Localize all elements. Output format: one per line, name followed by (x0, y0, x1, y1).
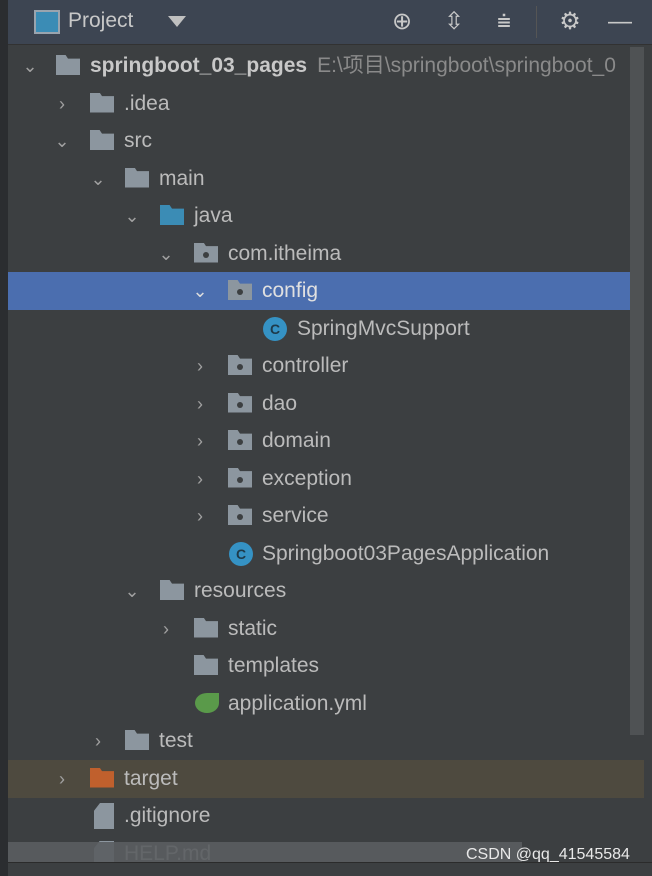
tree-item-service[interactable]: › service (8, 497, 644, 535)
package-icon (228, 392, 252, 413)
spring-config-file-icon (195, 692, 219, 713)
chevron-down-icon[interactable]: ⌄ (52, 122, 72, 160)
tree-item-domain[interactable]: › domain (8, 422, 644, 460)
chevron-right-icon[interactable]: › (190, 497, 210, 535)
package-icon (228, 467, 252, 488)
tree-item-label: exception (262, 466, 352, 490)
minimize-icon[interactable]: — (606, 8, 634, 36)
folder-icon (194, 655, 218, 675)
tree-item-label: application.yml (228, 691, 367, 715)
project-toolbar: Project ⊕ ⇳ ⩧ ⚙ — (8, 0, 652, 45)
folder-icon (125, 167, 149, 188)
vertical-scrollbar[interactable] (630, 47, 644, 735)
tree-item-label: templates (228, 654, 320, 677)
tree-item-label: java (194, 204, 233, 227)
horizontal-scrollbar[interactable] (8, 842, 522, 862)
tree-item-target[interactable]: › target (8, 759, 644, 798)
chevron-down-icon[interactable]: ⌄ (156, 235, 176, 273)
tree-item-label: static (228, 616, 278, 640)
tree-item-label: SpringMvcSupport (297, 316, 470, 340)
chevron-right-icon[interactable]: › (190, 460, 210, 498)
tree-item-label: resources (194, 579, 287, 602)
project-view-title[interactable]: Project (68, 9, 133, 33)
collapse-all-icon[interactable]: ⩧ (490, 8, 518, 36)
tree-item-application-class[interactable]: C Springboot03PagesApplication (8, 535, 644, 573)
package-icon (194, 242, 218, 263)
tree-item-label: test (159, 729, 193, 752)
locate-icon[interactable]: ⊕ (388, 8, 416, 36)
tree-item-label: service (262, 504, 329, 527)
toolbar-separator (536, 6, 537, 38)
tree-item-label: target (124, 766, 178, 790)
tree-item-springmvcsupport[interactable]: C SpringMvcSupport (8, 310, 644, 348)
tree-item-label: controller (262, 354, 349, 377)
folder-icon (90, 130, 114, 150)
chevron-down-icon[interactable]: ⌄ (122, 197, 142, 235)
chevron-right-icon[interactable]: › (190, 385, 210, 423)
excluded-folder-icon (90, 767, 114, 788)
tree-item-label: Springboot03PagesApplication (262, 541, 550, 565)
chevron-right-icon[interactable]: › (88, 722, 108, 760)
tree-item-gitignore[interactable]: .gitignore (8, 797, 644, 835)
tree-item-label: config (262, 279, 319, 302)
view-dropdown-icon[interactable] (168, 16, 186, 27)
package-icon (228, 355, 252, 375)
chevron-right-icon[interactable]: › (156, 610, 176, 648)
tree-item-application-yml[interactable]: application.yml (8, 685, 644, 723)
tree-item-label: .gitignore (124, 804, 211, 827)
tree-item-resources[interactable]: ⌄ resources (8, 572, 644, 610)
chevron-right-icon[interactable]: › (52, 85, 72, 123)
chevron-down-icon[interactable]: ⌄ (122, 572, 142, 610)
chevron-down-icon[interactable]: ⌄ (190, 272, 210, 310)
tree-item-idea[interactable]: › .idea (8, 85, 644, 123)
tree-item-dao[interactable]: › dao (8, 385, 644, 423)
module-folder-icon (56, 55, 80, 75)
expand-all-icon[interactable]: ⇳ (440, 8, 468, 36)
tree-item-controller[interactable]: › controller (8, 347, 644, 385)
chevron-right-icon[interactable]: › (190, 422, 210, 460)
tree-item-java[interactable]: ⌄ java (8, 197, 644, 235)
folder-icon (125, 730, 149, 750)
module-path: E:\项目\springboot\springboot_0 (317, 54, 616, 77)
tree-item-label: main (159, 166, 205, 190)
chevron-right-icon[interactable]: › (190, 347, 210, 385)
chevron-down-icon[interactable]: ⌄ (88, 160, 108, 198)
tree-item-static[interactable]: › static (8, 610, 644, 648)
package-icon (228, 280, 252, 300)
package-icon (228, 505, 252, 525)
gear-icon[interactable]: ⚙ (556, 8, 584, 36)
package-icon (228, 430, 252, 450)
tree-item-main[interactable]: ⌄ main (8, 160, 644, 198)
tree-item-config[interactable]: ⌄ config (8, 272, 644, 310)
tree-item-label: dao (262, 391, 298, 415)
panel-bottom-border (8, 862, 652, 876)
tree-item-src[interactable]: ⌄ src (8, 122, 644, 160)
tree-item-label: .idea (124, 91, 170, 115)
folder-icon (90, 92, 114, 113)
spring-boot-class-icon: C (229, 541, 253, 566)
chevron-right-icon[interactable]: › (52, 760, 72, 798)
tree-item-test[interactable]: › test (8, 722, 644, 760)
tree-item-templates[interactable]: templates (8, 647, 644, 685)
tree-item-exception[interactable]: › exception (8, 460, 644, 498)
class-icon: C (263, 316, 287, 341)
tree-item-label: domain (262, 429, 331, 452)
folder-icon (194, 617, 218, 638)
tree-item-package[interactable]: ⌄ com.itheima (8, 235, 644, 273)
module-name: springboot_03_pages (90, 54, 308, 77)
project-icon (34, 10, 60, 34)
tree-item-root[interactable]: ⌄ springboot_03_pages E:\项目\springboot\sp… (8, 47, 644, 85)
chevron-down-icon[interactable]: ⌄ (20, 47, 40, 85)
ignore-file-icon (94, 803, 114, 829)
tree-item-label: com.itheima (228, 241, 342, 265)
editor-gutter (0, 0, 8, 876)
tree-item-label: src (124, 129, 152, 152)
source-folder-icon (160, 205, 184, 225)
resources-folder-icon (160, 580, 184, 600)
